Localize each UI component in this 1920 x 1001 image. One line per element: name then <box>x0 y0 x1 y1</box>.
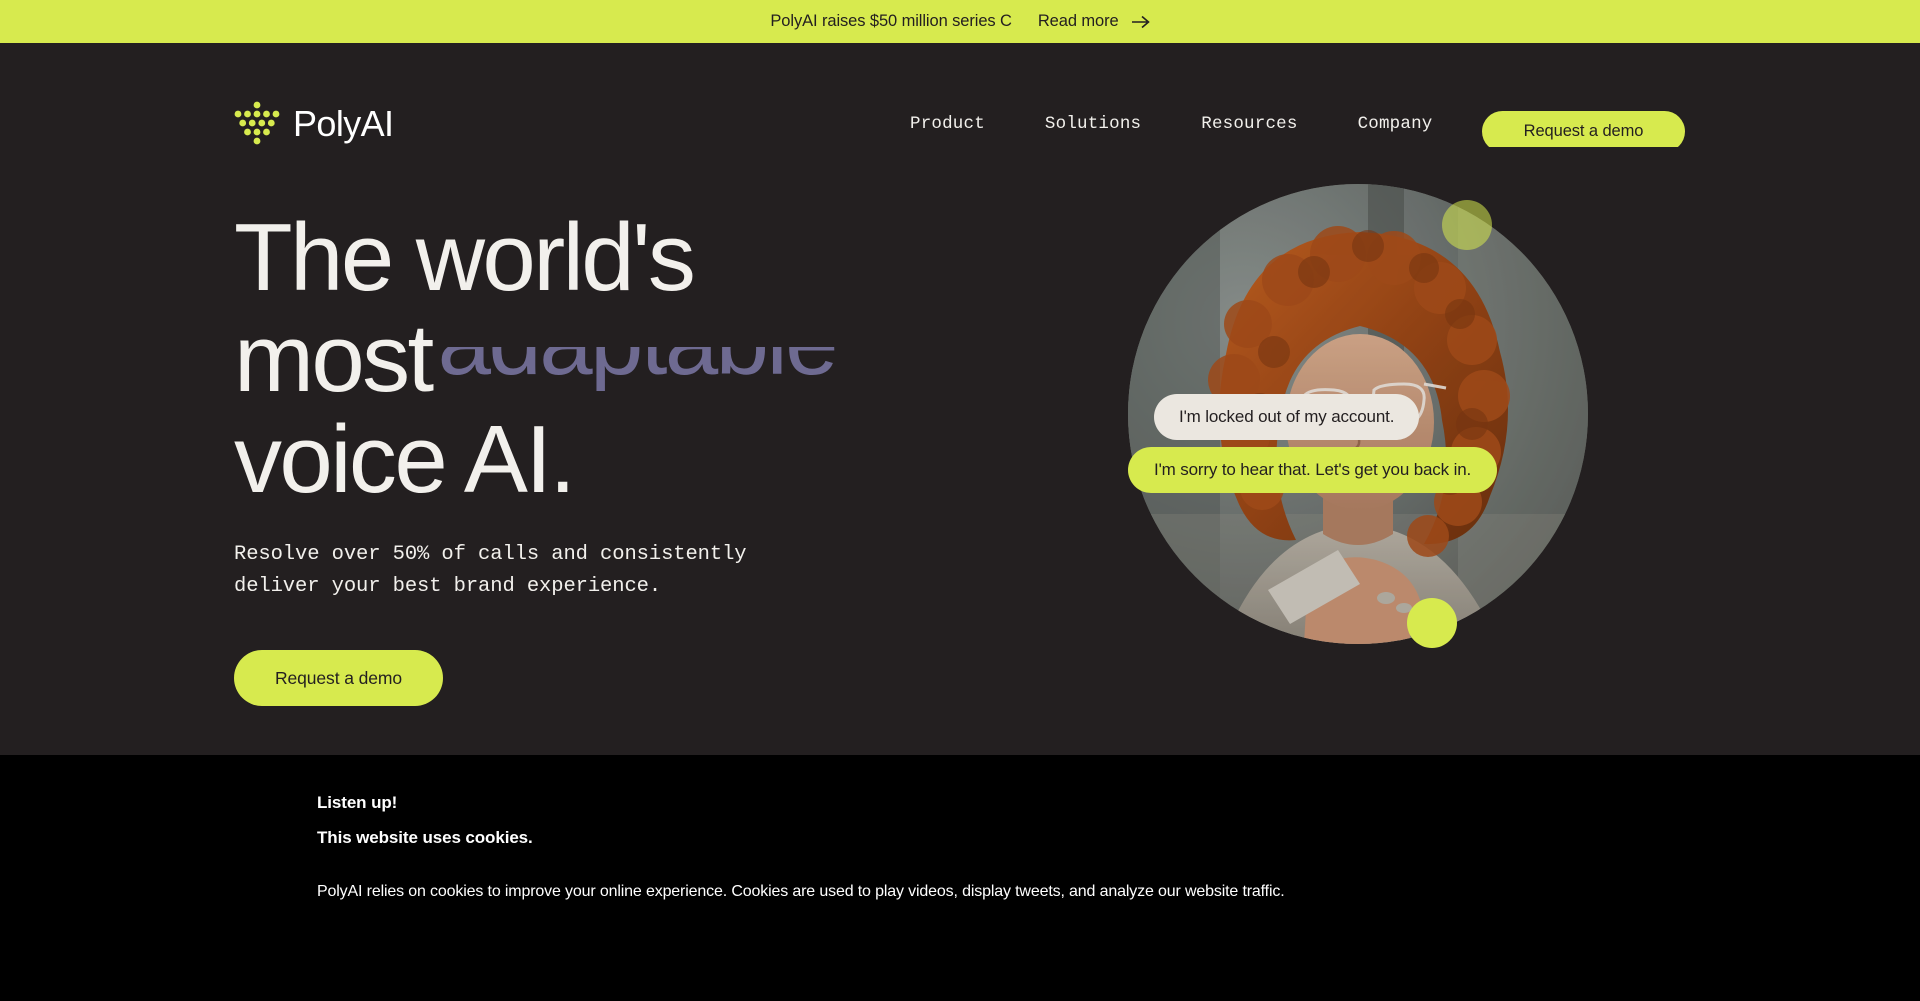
nav-item-solutions[interactable]: Solutions <box>1045 106 1141 142</box>
hero-headline: The world's mostadaptable voice AI. <box>234 207 954 510</box>
cookie-banner-title: Listen up! <box>317 793 398 812</box>
headline-line-1: The world's <box>234 204 696 311</box>
chat-bubble-user: I'm locked out of my account. <box>1154 394 1420 440</box>
site-header: PolyAI Product Solutions Resources Compa… <box>0 43 1920 152</box>
headline-rotating-word-mask: adaptable <box>438 347 858 391</box>
headline-line-3: voice AI. <box>234 406 576 513</box>
cookie-consent-banner: Listen up! This website uses cookies. Po… <box>0 755 1920 1001</box>
hero-section: The world's mostadaptable voice AI. Reso… <box>0 147 1920 755</box>
hero-visual: I'm locked out of my account. I'm sorry … <box>1128 184 1588 684</box>
arrow-right-icon <box>1131 15 1150 28</box>
nav-item-company[interactable]: Company <box>1358 106 1433 142</box>
announcement-text: PolyAI raises $50 million series C <box>770 12 1012 30</box>
cookie-banner-subtitle: This website uses cookies. <box>317 828 533 847</box>
nav-item-product[interactable]: Product <box>910 106 985 142</box>
cookie-banner-body: PolyAI relies on cookies to improve your… <box>317 883 1285 900</box>
hero-request-demo-button[interactable]: Request a demo <box>234 650 443 706</box>
headline-line-2-wrap: mostadaptable <box>234 308 954 409</box>
announcement-link-label: Read more <box>1037 12 1119 30</box>
polyai-dots-logo-icon <box>234 101 280 145</box>
hero-subheadline: Resolve over 50% of calls and consistent… <box>234 543 747 598</box>
headline-line-2: most <box>234 305 434 412</box>
header-request-demo-button[interactable]: Request a demo <box>1482 111 1685 152</box>
accent-circle-top <box>1442 200 1492 250</box>
page-root: PolyAI raises $50 million series C Read … <box>0 0 1920 1001</box>
chat-bubble-bot: I'm sorry to hear that. Let's get you ba… <box>1128 447 1498 493</box>
main-navigation: Product Solutions Resources Company <box>910 106 1433 142</box>
logo-home-link[interactable]: PolyAI <box>234 101 394 147</box>
announcement-bar: PolyAI raises $50 million series C Read … <box>0 0 1920 43</box>
accent-circle-bottom <box>1407 598 1457 648</box>
headline-rotating-word: adaptable <box>438 347 839 391</box>
announcement-read-more-link[interactable]: Read more <box>1038 12 1150 31</box>
nav-item-resources[interactable]: Resources <box>1201 106 1297 142</box>
logo-wordmark: PolyAI <box>293 103 394 144</box>
